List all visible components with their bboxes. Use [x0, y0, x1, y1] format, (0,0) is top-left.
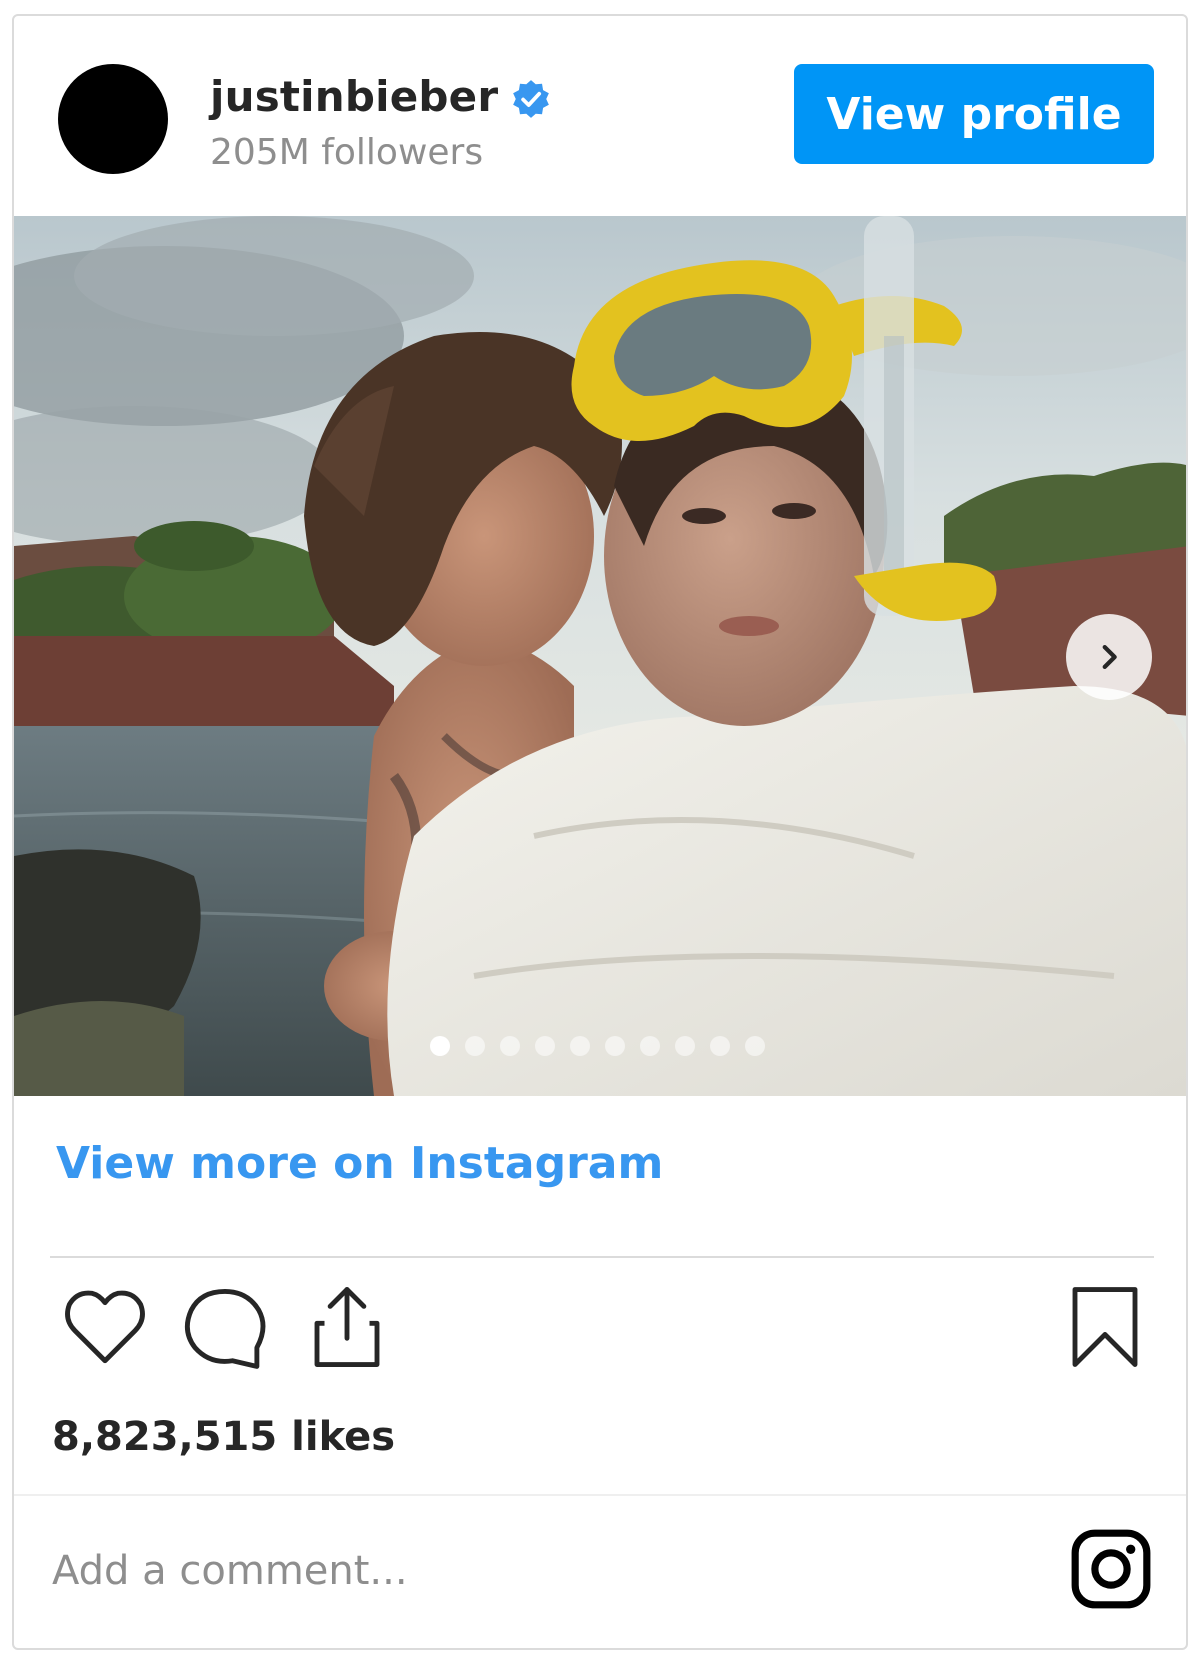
carousel-dot	[500, 1036, 520, 1056]
view-more-link[interactable]: View more on Instagram	[56, 1138, 663, 1189]
divider	[50, 1256, 1154, 1258]
username-row: justinbieber	[210, 72, 552, 121]
comment-bar	[14, 1494, 1186, 1648]
share-icon[interactable]	[302, 1282, 392, 1372]
carousel-next-button[interactable]	[1066, 614, 1152, 700]
carousel-dot	[535, 1036, 555, 1056]
comment-icon[interactable]	[180, 1282, 270, 1372]
follower-count: 205M followers	[210, 132, 484, 173]
carousel-indicator	[430, 1036, 780, 1056]
carousel-dot	[710, 1036, 730, 1056]
view-profile-button[interactable]: View profile	[794, 64, 1154, 164]
avatar[interactable]	[58, 64, 168, 174]
post-photo[interactable]	[14, 216, 1186, 1096]
carousel-dot	[640, 1036, 660, 1056]
carousel-dot	[430, 1036, 450, 1056]
like-count[interactable]: 8,823,515 likes	[52, 1414, 395, 1460]
instagram-logo-icon[interactable]	[1068, 1526, 1154, 1612]
heart-icon[interactable]	[60, 1282, 150, 1372]
carousel-dot	[605, 1036, 625, 1056]
bookmark-icon[interactable]	[1060, 1282, 1150, 1372]
post-image	[14, 216, 1186, 1096]
verified-badge-icon	[513, 79, 550, 118]
comment-input[interactable]	[50, 1536, 950, 1606]
carousel-dot	[570, 1036, 590, 1056]
action-bar	[50, 1282, 1154, 1382]
carousel-dot	[675, 1036, 695, 1056]
carousel-dot	[465, 1036, 485, 1056]
instagram-embed-card: justinbieber 205M followers View profile	[12, 14, 1188, 1650]
username[interactable]: justinbieber	[210, 72, 498, 121]
carousel-dot	[745, 1036, 765, 1056]
chevron-right-icon	[1102, 644, 1117, 670]
post-header: justinbieber 205M followers View profile	[14, 16, 1186, 216]
